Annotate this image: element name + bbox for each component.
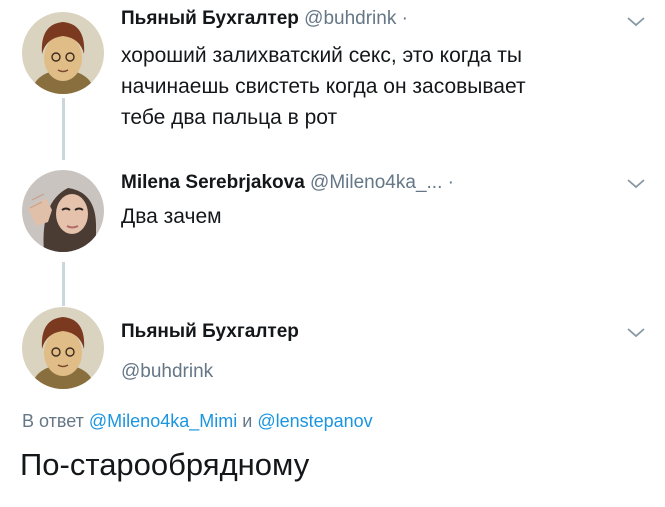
reply-to-line: В ответ @Mileno4ka_Mimi и @lenstepanov [22,409,373,433]
cartoon-avatar-icon [22,307,104,389]
avatar-milena[interactable] [22,170,104,252]
tweet1-menu-button[interactable] [625,14,647,28]
reply-mention-lenstepanov[interactable]: @lenstepanov [257,411,372,431]
tweet2-author-handle[interactable]: @Mileno4ka_... [310,172,442,193]
tweet1-author-handle[interactable]: @buhdrink [304,8,396,29]
tweet1-author-name[interactable]: Пьяный Бухгалтер [121,8,299,29]
tweet1-line-1: хороший залихватский секс, это когда ты [121,44,522,67]
tweet1-line-3: тебе два пальца в рот [121,106,338,129]
tweet3-body: По-старообрядному [20,447,310,482]
tweet1-separator: · [401,8,408,29]
tweet3-author-handle[interactable]: @buhdrink [121,360,213,384]
chevron-down-icon [627,179,645,189]
tweet1-body: хороший залихватский секс, это когда ты … [121,40,526,133]
reply-mention-mileno4ka[interactable]: @Mileno4ka_Mimi [89,411,237,431]
tweet2-author-name[interactable]: Milena Serebrjakova [121,172,305,193]
user-photo-avatar [22,170,104,252]
thread-line-2 [62,262,65,306]
avatar-buhdrink-main[interactable] [22,307,104,389]
cartoon-avatar-icon [22,12,104,94]
tweet2-body: Два зачем [121,205,222,228]
avatar-buhdrink[interactable] [22,12,104,94]
tweet2-menu-button[interactable] [625,176,647,190]
chevron-down-icon [627,328,645,338]
tweet3-author-name[interactable]: Пьяный Бухгалтер [121,320,299,344]
reply-prefix: В ответ [22,411,84,431]
tweet3-menu-button[interactable] [625,325,647,339]
tweet1-line-2: начинаешь свистеть когда он засовывает [121,75,526,98]
tweet2-separator: · [447,172,454,193]
reply-and: и [242,411,253,431]
tweet1-header: Пьяный Бухгалтер @buhdrink · [121,7,408,31]
chevron-down-icon [627,17,645,27]
tweet2-header: Milena Serebrjakova @Mileno4ka_... · [121,171,454,195]
thread-line-1 [62,98,65,160]
